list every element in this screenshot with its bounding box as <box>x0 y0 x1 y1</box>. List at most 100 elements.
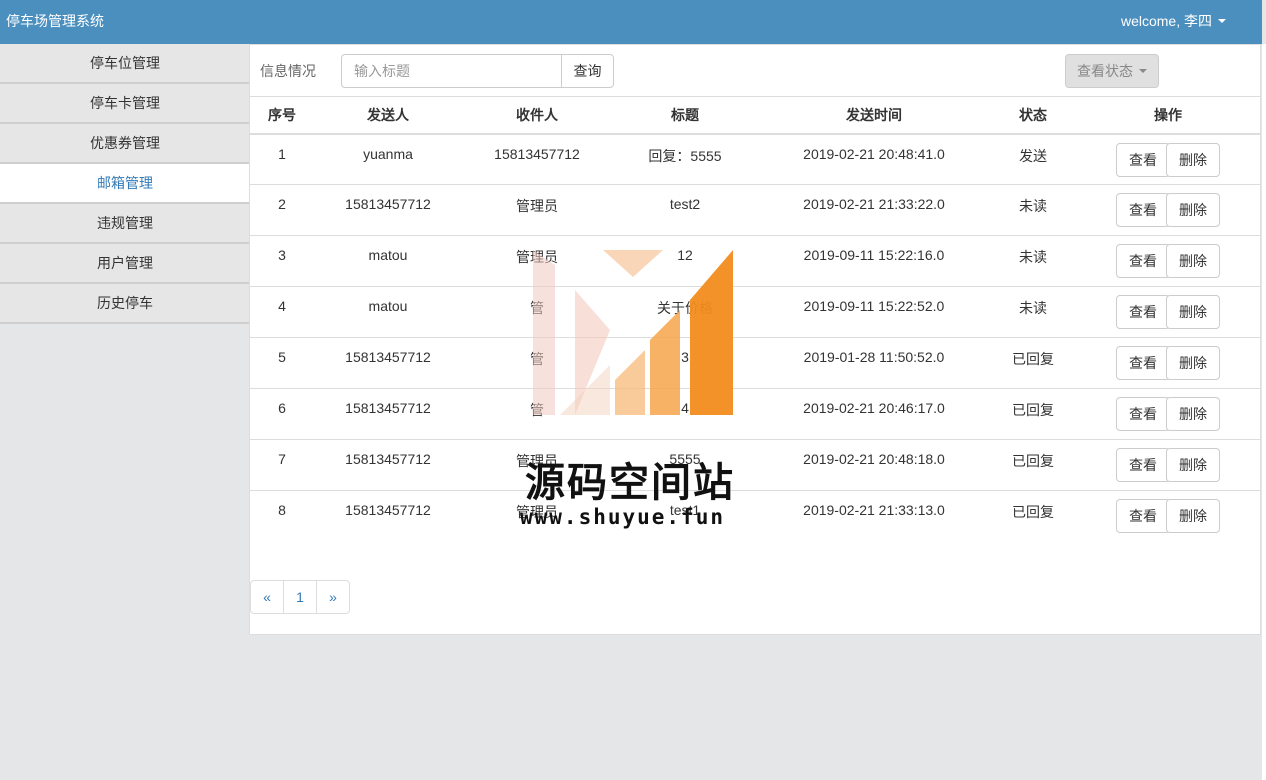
view-button[interactable]: 查看 <box>1116 397 1170 431</box>
top-navbar: 停车场管理系统 welcome, 李四 <box>0 0 1262 44</box>
cell-recipient: 15813457712 <box>462 133 612 185</box>
cell-title: test1 <box>612 490 758 542</box>
header-status: 状态 <box>990 96 1076 135</box>
cell-actions: 查看 删除 <box>1076 184 1260 236</box>
cell-status: 发送 <box>990 133 1076 185</box>
cell-no: 8 <box>250 490 314 542</box>
info-label: 信息情况 <box>260 63 316 79</box>
delete-button[interactable]: 删除 <box>1166 295 1220 329</box>
mail-table: 序号 发送人 收件人 标题 发送时间 状态 操作 1 yuanma 15813457… <box>250 96 1260 542</box>
cell-recipient: 管理员 <box>462 439 612 491</box>
sidebar-item-history[interactable]: 历史停车 <box>0 284 250 324</box>
delete-button[interactable]: 删除 <box>1166 448 1220 482</box>
delete-button[interactable]: 删除 <box>1166 193 1220 227</box>
sidebar-item-users[interactable]: 用户管理 <box>0 244 250 284</box>
cell-no: 1 <box>250 133 314 185</box>
header-sender: 发送人 <box>314 96 462 135</box>
cell-title: 4 <box>612 388 758 440</box>
cell-status: 未读 <box>990 184 1076 236</box>
header-recipient: 收件人 <box>462 96 612 135</box>
cell-status: 已回复 <box>990 439 1076 491</box>
chevron-down-icon <box>1218 19 1226 23</box>
view-button[interactable]: 查看 <box>1116 295 1170 329</box>
cell-sender: 15813457712 <box>314 490 462 542</box>
cell-actions: 查看 删除 <box>1076 337 1260 389</box>
cell-time: 2019-09-11 15:22:52.0 <box>758 286 990 338</box>
status-filter-button[interactable]: 查看状态 <box>1065 54 1159 88</box>
sidebar-item-mailbox[interactable]: 邮箱管理 <box>0 164 250 204</box>
sidebar-item-violations[interactable]: 违规管理 <box>0 204 250 244</box>
cell-recipient: 管理员 <box>462 235 612 287</box>
table-row: 6 15813457712 管 4 2019-02-21 20:46:17.0 已回复 查看… <box>250 388 1260 440</box>
user-welcome: welcome, 李四 <box>1120 13 1212 29</box>
table-row: 7 15813457712 管理员 5555 2019-02-21 20:48:18.0… <box>250 439 1260 491</box>
header-no: 序号 <box>250 96 314 135</box>
app-title[interactable]: 停车场管理系统 <box>6 11 104 31</box>
pagination-prev[interactable]: « <box>250 580 284 614</box>
pagination-next[interactable]: » <box>316 580 350 614</box>
sidebar-item-parking-spaces[interactable]: 停车位管理 <box>0 44 250 84</box>
cell-title: 12 <box>612 235 758 287</box>
delete-button[interactable]: 删除 <box>1166 142 1220 177</box>
cell-sender: 15813457712 <box>314 184 462 236</box>
table-row: 3 matou 管理员 12 2019-09-11 15:22:16.0 未读 查看 删除 <box>250 235 1260 287</box>
cell-no: 7 <box>250 439 314 491</box>
view-button[interactable]: 查看 <box>1116 244 1170 278</box>
table-row: 1 yuanma 15813457712 回复：5555 2019-02-21 20:4… <box>250 133 1260 185</box>
cell-actions: 查看 删除 <box>1076 133 1260 185</box>
pagination: « 1 » <box>250 580 350 614</box>
cell-no: 3 <box>250 235 314 287</box>
cell-time: 2019-09-11 15:22:16.0 <box>758 235 990 287</box>
table-row: 5 15813457712 管 3 2019-01-28 11:50:52.0 已回复 查看… <box>250 337 1260 389</box>
view-button[interactable]: 查看 <box>1116 142 1170 177</box>
user-menu[interactable]: welcome, 李四 <box>1121 11 1226 31</box>
delete-button[interactable]: 删除 <box>1166 397 1220 431</box>
cell-recipient: 管理员 <box>462 184 612 236</box>
sidebar: 停车位管理 停车卡管理 优惠券管理 邮箱管理 违规管理 用户管理 历史停车 <box>0 44 250 324</box>
cell-title: 关于价格 <box>612 286 758 338</box>
cell-actions: 查看 删除 <box>1076 235 1260 287</box>
cell-no: 6 <box>250 388 314 440</box>
search-input[interactable] <box>341 54 561 88</box>
cell-recipient: 管 <box>462 388 612 440</box>
cell-status: 未读 <box>990 286 1076 338</box>
cell-time: 2019-02-21 20:48:41.0 <box>758 133 990 185</box>
cell-status: 已回复 <box>990 337 1076 389</box>
cell-time: 2019-02-21 21:33:13.0 <box>758 490 990 542</box>
table-row: 8 15813457712 管理员 test1 2019-02-21 21:33:13.… <box>250 490 1260 542</box>
pagination-page-1[interactable]: 1 <box>283 580 317 614</box>
header-time: 发送时间 <box>758 96 990 135</box>
cell-no: 5 <box>250 337 314 389</box>
search-button[interactable]: 查询 <box>561 54 614 88</box>
cell-actions: 查看 删除 <box>1076 388 1260 440</box>
cell-sender: 15813457712 <box>314 337 462 389</box>
header-actions: 操作 <box>1076 96 1260 135</box>
cell-title: 5555 <box>612 439 758 491</box>
cell-no: 2 <box>250 184 314 236</box>
view-button[interactable]: 查看 <box>1116 448 1170 482</box>
view-button[interactable]: 查看 <box>1116 499 1170 533</box>
table-row: 4 matou 管关于价格 2019-09-11 15:22:52.0 未读 查看 删除 <box>250 286 1260 338</box>
status-filter-label: 查看状态 <box>1077 63 1133 79</box>
cell-time: 2019-02-21 21:33:22.0 <box>758 184 990 236</box>
delete-button[interactable]: 删除 <box>1166 244 1220 278</box>
cell-time: 2019-02-21 20:48:18.0 <box>758 439 990 491</box>
cell-sender: matou <box>314 286 462 338</box>
cell-sender: yuanma <box>314 133 462 185</box>
cell-recipient: 管 <box>462 286 612 338</box>
delete-button[interactable]: 删除 <box>1166 346 1220 380</box>
delete-button[interactable]: 删除 <box>1166 499 1220 533</box>
sidebar-item-coupons[interactable]: 优惠券管理 <box>0 124 250 164</box>
chevron-down-icon <box>1139 69 1147 73</box>
table-header-row: 序号 发送人 收件人 标题 发送时间 状态 操作 <box>250 96 1260 135</box>
right-edge-strip <box>1262 44 1266 780</box>
view-button[interactable]: 查看 <box>1116 193 1170 227</box>
cell-sender: 15813457712 <box>314 388 462 440</box>
cell-status: 未读 <box>990 235 1076 287</box>
cell-no: 4 <box>250 286 314 338</box>
view-button[interactable]: 查看 <box>1116 346 1170 380</box>
cell-actions: 查看 删除 <box>1076 439 1260 491</box>
cell-sender: 15813457712 <box>314 439 462 491</box>
cell-time: 2019-02-21 20:46:17.0 <box>758 388 990 440</box>
sidebar-item-parking-cards[interactable]: 停车卡管理 <box>0 84 250 124</box>
